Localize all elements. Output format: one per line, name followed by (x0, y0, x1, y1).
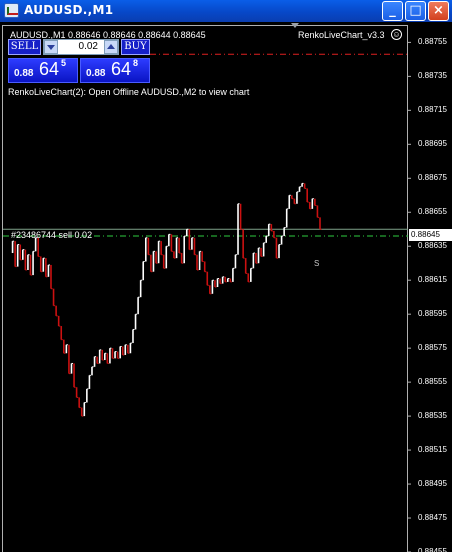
lot-size-stepper[interactable]: 0.02 (43, 39, 119, 55)
stop-marker: S (314, 259, 320, 268)
smiley-icon: ☺ (391, 29, 402, 40)
offline-chart-message: RenkoLiveChart(2): Open Offline AUDUSD.,… (8, 87, 250, 97)
price-chart[interactable] (0, 22, 452, 552)
indicator-name: RenkoLiveChart_v3.3 (298, 30, 385, 40)
buy-price-fraction: 8 (133, 58, 139, 68)
chart-border (2, 25, 408, 552)
window-title: AUDUSD.,M1 (24, 3, 114, 17)
close-button[interactable]: × (428, 1, 449, 21)
sell-price-fraction: 5 (61, 58, 67, 68)
price-tick-label: 0.88455 (418, 547, 447, 552)
buy-price-pips: 64 (111, 59, 132, 79)
price-tick-label: 0.88475 (418, 513, 447, 523)
sell-price-pips: 64 (39, 59, 60, 79)
price-tick-label: 0.88735 (418, 71, 447, 81)
chevron-up-icon (107, 44, 115, 49)
indicator-collapse-icon[interactable] (291, 23, 299, 28)
minimize-button[interactable]: _ (382, 1, 403, 21)
maximize-button[interactable]: □ (405, 1, 426, 21)
chevron-down-icon (47, 45, 55, 50)
price-tick-label: 0.88515 (418, 445, 447, 455)
one-click-trading-panel: SELL 0.02 BUY 0.88 64 5 0.88 64 8 (8, 39, 150, 83)
buy-button[interactable]: BUY (121, 39, 150, 55)
price-tick-label: 0.88575 (418, 343, 447, 353)
price-tick-label: 0.88755 (418, 37, 447, 47)
sell-button[interactable]: SELL (8, 39, 41, 55)
current-price-label: 0.88645 (409, 229, 452, 241)
title-bar: AUDUSD.,M1 _ □ × (0, 0, 452, 22)
sell-price-prefix: 0.88 (14, 68, 34, 79)
price-tick-label: 0.88715 (418, 105, 447, 115)
price-tick-label: 0.88615 (418, 275, 447, 285)
price-tick-label: 0.88655 (418, 207, 447, 217)
lot-increase-button[interactable] (104, 40, 118, 54)
price-tick-label: 0.88675 (418, 173, 447, 183)
price-tick-label: 0.88535 (418, 411, 447, 421)
lot-decrease-button[interactable] (44, 40, 58, 54)
price-tick-label: 0.88695 (418, 139, 447, 149)
price-tick-label: 0.88555 (418, 377, 447, 387)
chart-app-icon (4, 3, 19, 18)
price-tick-label: 0.88495 (418, 479, 447, 489)
lot-size-input[interactable]: 0.02 (60, 41, 98, 52)
buy-price-button[interactable]: 0.88 64 8 (80, 58, 150, 83)
price-axis[interactable]: 0.88755 0.88735 0.88715 0.88695 0.88675 0.886… (408, 22, 452, 552)
price-tick-label: 0.88595 (418, 309, 447, 319)
chart-area[interactable]: AUDUSD.,M1 0.88646 0.88646 0.88644 0.886… (0, 22, 452, 552)
buy-price-prefix: 0.88 (86, 68, 106, 79)
order-line-label[interactable]: #23486744 sell 0.02 (11, 230, 92, 240)
price-tick-label: 0.88635 (418, 241, 447, 251)
sell-price-button[interactable]: 0.88 64 5 (8, 58, 78, 83)
